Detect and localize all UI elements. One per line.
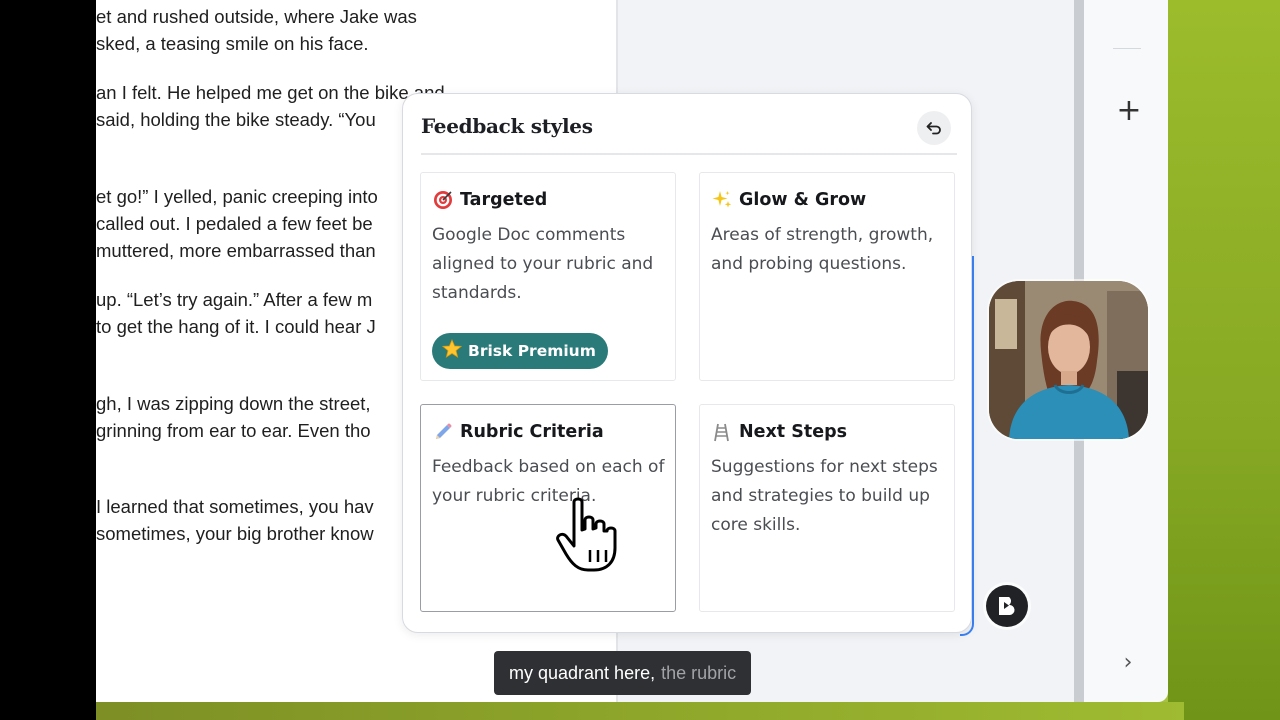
ladder-icon (711, 421, 733, 443)
target-icon (432, 189, 454, 211)
undo-icon (926, 122, 941, 135)
option-title: Targeted (460, 190, 548, 210)
presenter-webcam (989, 281, 1148, 439)
option-description: Google Doc comments aligned to your rubr… (432, 225, 654, 303)
option-next-steps[interactable]: Next Steps Suggestions for next steps an… (699, 404, 955, 612)
option-rubric-criteria[interactable]: Rubric Criteria Feedback based on each o… (420, 404, 676, 612)
brisk-button[interactable] (986, 585, 1028, 627)
option-header: Next Steps (711, 421, 847, 443)
popup-title: Feedback styles (421, 114, 593, 138)
hand-cursor-icon (552, 496, 624, 576)
star-icon (441, 338, 463, 363)
option-targeted[interactable]: Targeted Google Doc comments aligned to … (420, 172, 676, 381)
option-header: Rubric Criteria (432, 421, 604, 443)
option-glow-and-grow[interactable]: Glow & Grow Areas of strength, growth, a… (699, 172, 955, 381)
option-title: Next Steps (739, 422, 848, 442)
feedback-styles-popup: Feedback styles Targeted Google Doc comm… (402, 93, 972, 633)
sparkles-icon (711, 189, 733, 211)
badge-label: Brisk Premium (468, 342, 596, 360)
option-header: Glow & Grow (711, 189, 866, 211)
plus-icon[interactable]: + (1114, 96, 1144, 126)
doc-line: et and rushed outside, where Jake was (96, 6, 417, 27)
background-frame-right (1168, 0, 1280, 720)
caption-upcoming-text: the rubric (661, 662, 737, 683)
option-description: Suggestions for next steps and strategie… (711, 457, 938, 535)
option-header: Targeted (432, 189, 547, 211)
option-description: Areas of strength, growth, and probing q… (711, 225, 934, 274)
caption-spoken-text: my quadrant here, (509, 662, 656, 683)
sidebar-divider (1113, 48, 1141, 49)
undo-button[interactable] (917, 111, 951, 145)
brisk-logo-icon (999, 597, 1015, 615)
brisk-premium-badge[interactable]: Brisk Premium (432, 333, 608, 369)
video-caption: my quadrant here, the rubric (494, 651, 752, 695)
chevron-right-icon[interactable]: › (1118, 650, 1138, 676)
option-title: Rubric Criteria (460, 422, 604, 442)
popup-divider (421, 153, 957, 155)
background-frame-bottom (96, 702, 1184, 720)
pencil-icon (432, 421, 454, 443)
doc-line: sked, a teasing smile on his face. (96, 33, 369, 54)
option-title: Glow & Grow (739, 190, 867, 210)
